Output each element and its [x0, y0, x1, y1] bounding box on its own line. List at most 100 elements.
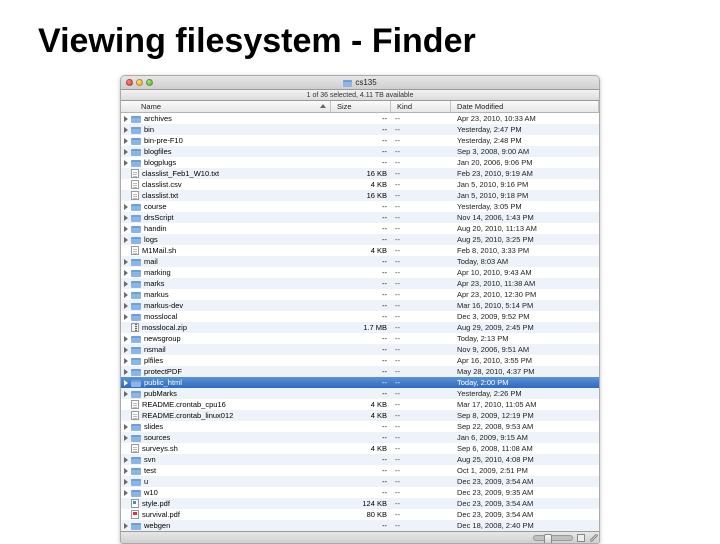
disclosure-triangle-icon[interactable] [124, 358, 128, 364]
disclosure-triangle-icon[interactable] [124, 292, 128, 298]
table-row[interactable]: markus----Apr 23, 2010, 12:30 PM [121, 289, 599, 300]
minimize-icon[interactable] [136, 79, 143, 86]
file-name: classlist.txt [142, 191, 178, 200]
cell-kind: -- [391, 301, 451, 310]
col-size[interactable]: Size [331, 101, 391, 112]
file-name: blogfiles [144, 147, 172, 156]
cell-size: -- [331, 356, 391, 365]
disclosure-triangle-icon[interactable] [124, 215, 128, 221]
cell-date: Today, 8:03 AM [451, 257, 599, 266]
table-row[interactable]: markus-dev----Mar 16, 2010, 5:14 PM [121, 300, 599, 311]
table-row[interactable]: README.crontab_linux0124 KB--Sep 8, 2009… [121, 410, 599, 421]
disclosure-triangle-icon[interactable] [124, 303, 128, 309]
table-row[interactable]: handin----Aug 20, 2010, 11:13 AM [121, 223, 599, 234]
file-name: bin [144, 125, 154, 134]
disclosure-triangle-icon[interactable] [124, 435, 128, 441]
disclosure-triangle-icon[interactable] [124, 204, 128, 210]
cell-size: -- [331, 125, 391, 134]
table-row[interactable]: drsScript----Nov 14, 2006, 1:43 PM [121, 212, 599, 223]
table-row[interactable]: classlist.csv4 KB--Jan 5, 2010, 9:16 PM [121, 179, 599, 190]
table-row[interactable]: blogfiles----Sep 3, 2008, 9:00 AM [121, 146, 599, 157]
table-row[interactable]: sources----Jan 6, 2009, 9:15 AM [121, 432, 599, 443]
disclosure-triangle-icon[interactable] [124, 336, 128, 342]
disclosure-triangle-icon[interactable] [124, 116, 128, 122]
disclosure-triangle-icon[interactable] [124, 457, 128, 463]
table-row[interactable]: mail----Today, 8:03 AM [121, 256, 599, 267]
disclosure-triangle-icon[interactable] [124, 490, 128, 496]
disclosure-triangle-icon[interactable] [124, 138, 128, 144]
table-row[interactable]: surveys.sh4 KB--Sep 6, 2008, 11:08 AM [121, 443, 599, 454]
disclosure-triangle-icon[interactable] [124, 281, 128, 287]
table-row[interactable]: public_html----Today, 2:00 PM [121, 377, 599, 388]
table-row[interactable]: README.crontab_cpu164 KB--Mar 17, 2010, … [121, 399, 599, 410]
cell-name: surveys.sh [121, 444, 331, 453]
table-row[interactable]: u----Dec 23, 2009, 3:54 AM [121, 476, 599, 487]
status-bar: 1 of 36 selected, 4.11 TB available [121, 90, 599, 101]
resize-handle-icon[interactable] [590, 534, 598, 542]
cell-kind: -- [391, 477, 451, 486]
table-row[interactable]: nsmail----Nov 9, 2006, 9:51 AM [121, 344, 599, 355]
table-row[interactable]: test----Oct 1, 2009, 2:51 PM [121, 465, 599, 476]
disclosure-triangle-icon[interactable] [124, 237, 128, 243]
table-row[interactable]: newsgroup----Today, 2:13 PM [121, 333, 599, 344]
cell-kind: -- [391, 411, 451, 420]
disclosure-triangle-icon[interactable] [124, 259, 128, 265]
table-row[interactable]: classlist.txt16 KB--Jan 5, 2010, 9:18 PM [121, 190, 599, 201]
table-row[interactable]: marks----Apr 23, 2010, 11:38 AM [121, 278, 599, 289]
table-row[interactable]: protectPDF----May 28, 2010, 4:37 PM [121, 366, 599, 377]
cell-size: -- [331, 257, 391, 266]
cell-date: Jan 5, 2010, 9:18 PM [451, 191, 599, 200]
disclosure-triangle-icon[interactable] [124, 270, 128, 276]
disclosure-triangle-icon[interactable] [124, 523, 128, 529]
zoom-icon[interactable] [146, 79, 153, 86]
table-row[interactable]: plfiles----Apr 16, 2010, 3:55 PM [121, 355, 599, 366]
col-date[interactable]: Date Modified [451, 101, 599, 112]
table-row[interactable]: slides----Sep 22, 2008, 9:53 AM [121, 421, 599, 432]
disclosure-triangle-icon[interactable] [124, 127, 128, 133]
disclosure-triangle-icon[interactable] [124, 226, 128, 232]
disclosure-triangle-icon[interactable] [124, 468, 128, 474]
disclosure-triangle-icon[interactable] [124, 369, 128, 375]
table-row[interactable]: archives----Apr 23, 2010, 10:33 AM [121, 113, 599, 124]
table-row[interactable]: webgen----Dec 18, 2008, 2:40 PM [121, 520, 599, 531]
disclosure-triangle-icon[interactable] [124, 391, 128, 397]
table-row[interactable]: mosslocal.zip1.7 MB--Aug 29, 2009, 2:45 … [121, 322, 599, 333]
disclosure-triangle-icon[interactable] [124, 149, 128, 155]
table-row[interactable]: w10----Dec 23, 2009, 9:35 AM [121, 487, 599, 498]
table-row[interactable]: marking----Apr 10, 2010, 9:43 AM [121, 267, 599, 278]
cell-name: slides [121, 422, 331, 431]
traffic-lights [121, 79, 153, 86]
table-row[interactable]: blogplugs----Jan 20, 2006, 9:06 PM [121, 157, 599, 168]
file-name: webgen [144, 521, 170, 530]
icon-size-slider[interactable] [533, 535, 573, 541]
cell-name: mosslocal.zip [121, 323, 331, 332]
col-kind[interactable]: Kind [391, 101, 451, 112]
table-row[interactable]: classlist_Feb1_W10.txt16 KB--Feb 23, 201… [121, 168, 599, 179]
titlebar[interactable]: cs135 [121, 76, 599, 90]
disclosure-triangle-icon[interactable] [124, 160, 128, 166]
table-row[interactable]: mosslocal----Dec 3, 2009, 9:52 PM [121, 311, 599, 322]
disclosure-triangle-icon[interactable] [124, 347, 128, 353]
table-row[interactable]: logs----Aug 25, 2010, 3:25 PM [121, 234, 599, 245]
cell-size: -- [331, 290, 391, 299]
cell-date: Feb 8, 2010, 3:33 PM [451, 246, 599, 255]
table-row[interactable]: style.pdf124 KB--Dec 23, 2009, 3:54 AM [121, 498, 599, 509]
file-list[interactable]: archives----Apr 23, 2010, 10:33 AMbin---… [121, 113, 599, 531]
table-row[interactable]: bin----Yesterday, 2:47 PM [121, 124, 599, 135]
disclosure-triangle-icon[interactable] [124, 314, 128, 320]
close-icon[interactable] [126, 79, 133, 86]
disclosure-triangle-icon[interactable] [124, 424, 128, 430]
table-row[interactable]: svn----Aug 25, 2010, 4:08 PM [121, 454, 599, 465]
table-row[interactable]: survival.pdf80 KB--Dec 23, 2009, 3:54 AM [121, 509, 599, 520]
table-row[interactable]: course----Yesterday, 3:05 PM [121, 201, 599, 212]
disclosure-triangle-icon[interactable] [124, 380, 128, 386]
col-name[interactable]: Name [121, 101, 331, 112]
view-options-icon[interactable] [577, 534, 585, 542]
file-name: slides [144, 422, 163, 431]
table-row[interactable]: pubMarks----Yesterday, 2:26 PM [121, 388, 599, 399]
table-row[interactable]: M1Mail.sh4 KB--Feb 8, 2010, 3:33 PM [121, 245, 599, 256]
disclosure-triangle-icon[interactable] [124, 479, 128, 485]
cell-date: Nov 14, 2006, 1:43 PM [451, 213, 599, 222]
table-row[interactable]: bin-pre-F10----Yesterday, 2:48 PM [121, 135, 599, 146]
file-name: course [144, 202, 167, 211]
